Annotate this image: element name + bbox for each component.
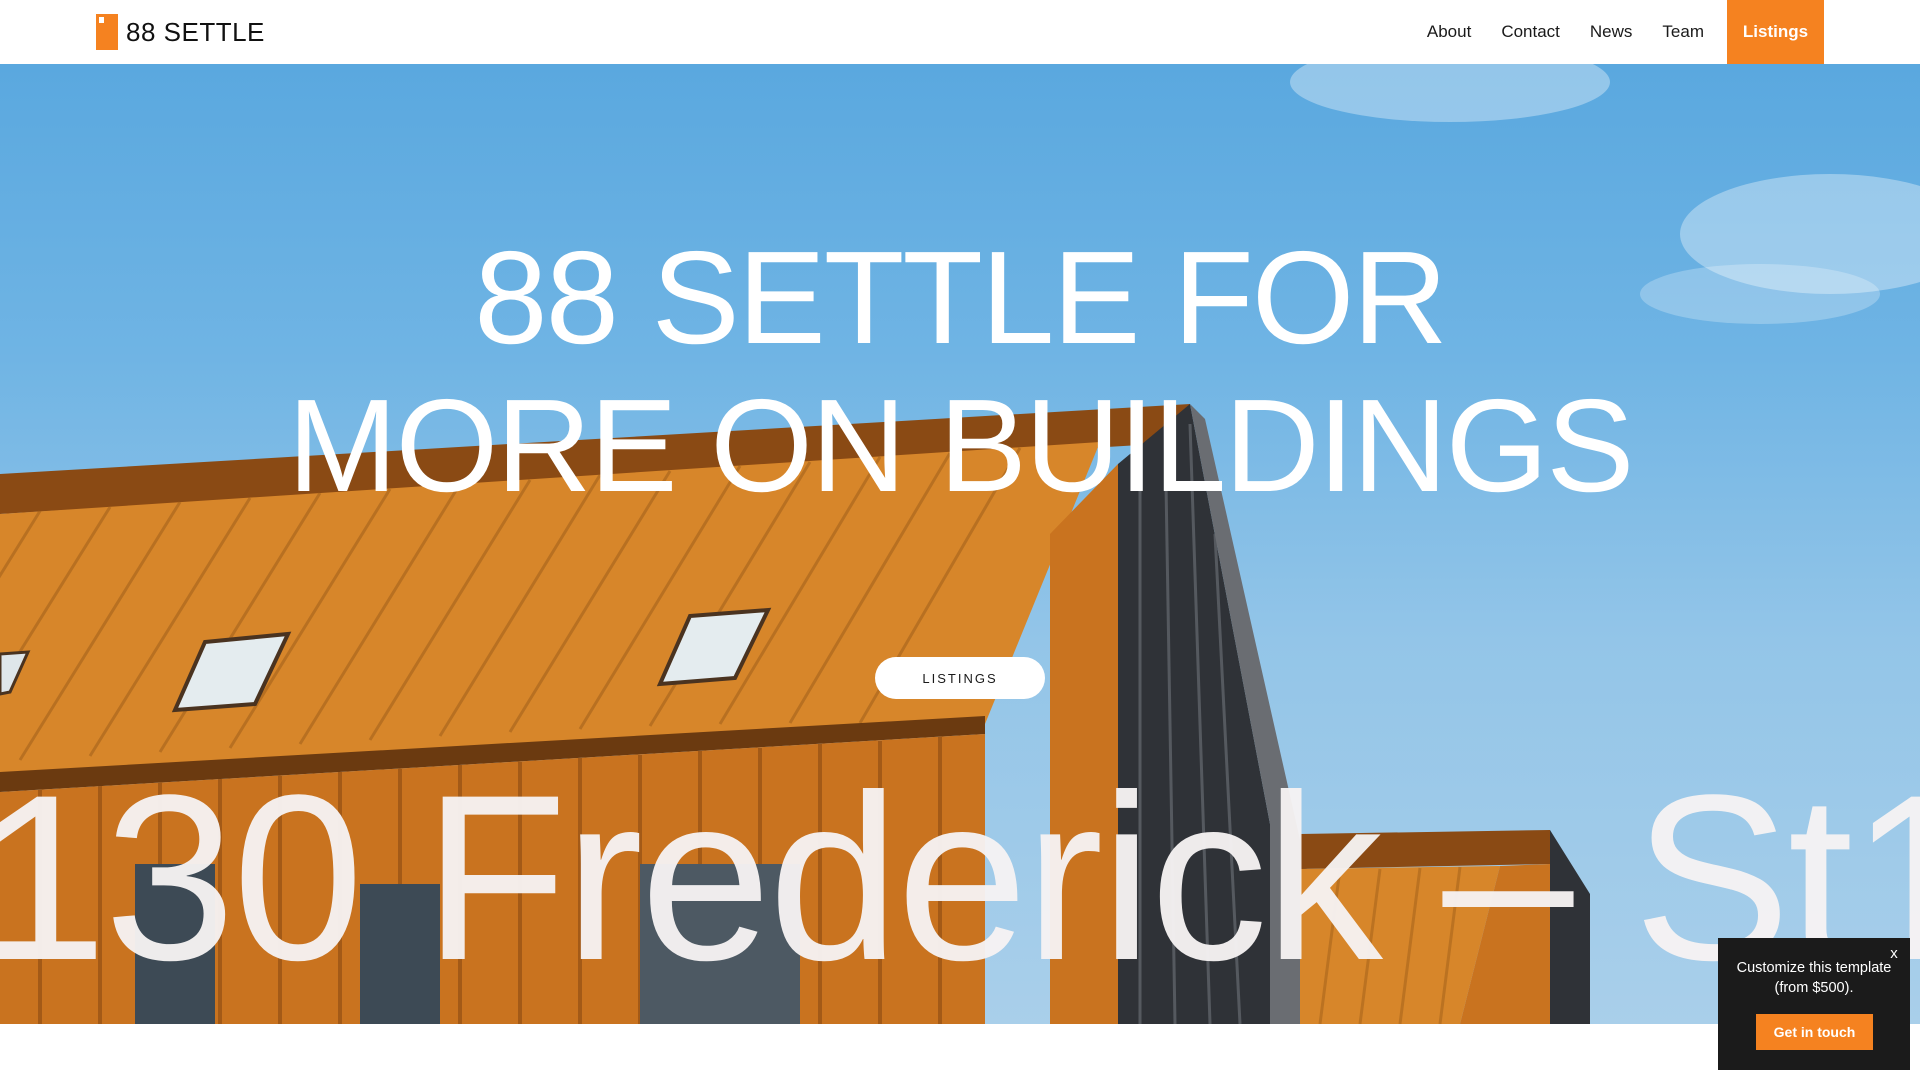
hero-title: 88 SETTLE FOR MORE ON BUILDINGS [0, 224, 1920, 520]
hero-title-line-2: MORE ON BUILDINGS [287, 372, 1635, 519]
nav-link-about[interactable]: About [1427, 22, 1471, 42]
hero-section: 88 SETTLE FOR MORE ON BUILDINGS LISTINGS… [0, 64, 1920, 1024]
top-navigation: 88 SETTLE About Contact News Team Listin… [0, 0, 1920, 64]
logo-mark-icon [96, 14, 118, 50]
page: 88 SETTLE About Contact News Team Listin… [0, 0, 1920, 1080]
get-in-touch-button[interactable]: Get in touch [1756, 1014, 1873, 1050]
popup-message: Customize this template (from $500). [1736, 960, 1892, 996]
logo-text: 88 SETTLE [126, 16, 265, 47]
site-logo[interactable]: 88 SETTLE [96, 14, 265, 50]
nav-listings-button[interactable]: Listings [1727, 0, 1824, 64]
customize-template-popup: x Customize this template (from $500). G… [1718, 938, 1910, 1070]
hero-listings-button[interactable]: LISTINGS [875, 657, 1045, 699]
hero-title-line-1: 88 SETTLE FOR [474, 224, 1448, 371]
listing-marquee-text: 130 Frederick – St1 [0, 748, 1920, 1008]
nav-links: About Contact News Team [1427, 0, 1704, 64]
nav-link-team[interactable]: Team [1662, 22, 1704, 42]
nav-link-contact[interactable]: Contact [1501, 22, 1560, 42]
nav-link-news[interactable]: News [1590, 22, 1633, 42]
